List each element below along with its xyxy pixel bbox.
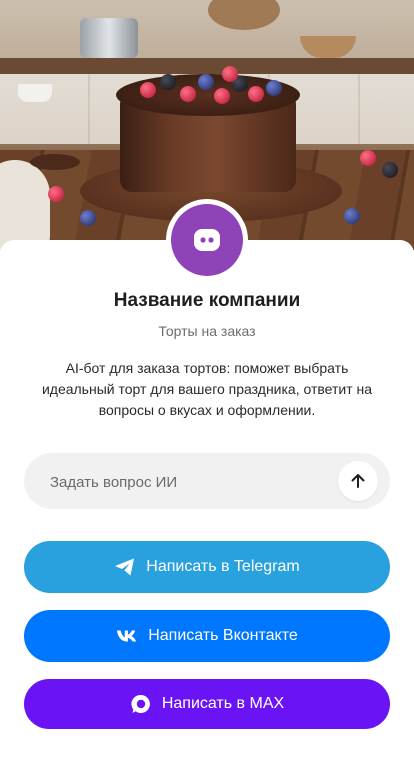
vk-button[interactable]: Написать Вконтакте	[24, 610, 390, 662]
max-icon	[130, 693, 152, 715]
company-avatar	[166, 199, 248, 281]
max-button[interactable]: Написать в MAX	[24, 679, 390, 729]
arrow-up-icon	[351, 474, 365, 488]
chat-bot-icon	[171, 204, 243, 276]
company-name: Название компании	[113, 290, 301, 311]
telegram-icon	[114, 556, 136, 578]
ask-ai-input[interactable]	[48, 453, 352, 511]
company-description: AI-бот для заказа тортов: поможет выбрат…	[41, 360, 373, 418]
telegram-button[interactable]: Написать в Telegram	[24, 541, 390, 593]
max-button-label: Написать в MAX	[161, 695, 285, 712]
vk-button-label: Написать Вконтакте	[148, 627, 298, 644]
company-tagline: Торты на заказ	[158, 323, 256, 339]
telegram-button-label: Написать в Telegram	[146, 558, 300, 575]
vk-icon	[116, 625, 138, 647]
ask-ai-field	[24, 453, 390, 511]
send-button[interactable]	[338, 461, 378, 501]
